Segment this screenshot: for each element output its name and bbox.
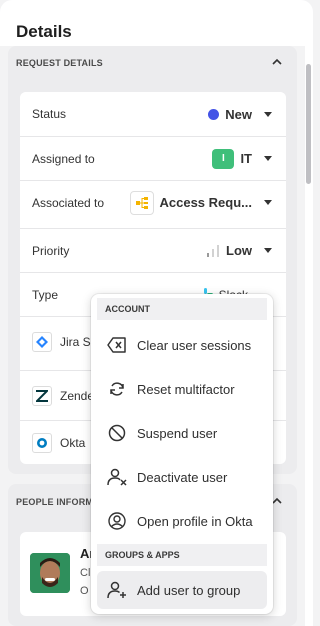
menu-item-add-user-to-group[interactable]: Add user to group [97,571,267,609]
menu-item-open-profile-in-okta[interactable]: Open profile in Okta [97,502,267,540]
status-dot-icon [208,108,220,120]
menu-item-suspend-user[interactable]: Suspend user [97,414,267,452]
field-label: Assigned to [32,151,95,166]
priority-dropdown[interactable]: Low [206,243,272,258]
integration-label: Okta [60,435,86,450]
deactivate-user-icon [107,467,127,487]
menu-heading-groups-apps: GROUPS & APPS [97,544,267,566]
field-row-assigned-to: Assigned to I IT [20,136,286,180]
person-detail: O [80,585,89,597]
field-row-priority: Priority Low [20,228,286,272]
integration-label: Zende [60,388,95,403]
clear-sessions-icon [107,335,127,355]
menu-item-reset-multifactor[interactable]: Reset multifactor [97,370,267,408]
menu-item-label: Suspend user [137,425,218,441]
details-panel: Details REQUEST DETAILS Status New Assig… [0,0,313,626]
caret-down-icon [264,248,272,253]
priority-value: Low [226,243,252,258]
caret-down-icon [264,111,272,117]
assignee-value: IT [240,151,252,166]
people-information-header: PEOPLE INFORM [16,497,94,507]
person-detail: Cl [80,567,91,579]
menu-item-label: Add user to group [137,582,241,598]
zendesk-icon [32,385,52,406]
workflow-icon [129,190,154,215]
panel-title: Details [16,22,72,41]
menu-item-label: Clear user sessions [137,337,252,353]
field-row-associated-to: Associated to Access Requ... [20,180,286,224]
menu-item-label: Deactivate user [137,469,228,485]
jira-icon [32,331,52,352]
signal-bars-icon [207,244,219,257]
field-label: Status [32,107,67,121]
scrollbar-thumb[interactable] [306,64,311,184]
add-user-icon [107,580,127,600]
user-actions-menu: ACCOUNT Clear user sessions Reset multif… [91,294,273,614]
assignee-dropdown[interactable]: I IT [212,148,272,169]
field-label: Associated to [32,195,105,210]
association-dropdown[interactable]: Access Requ... [129,190,272,215]
caret-down-icon [264,200,272,205]
menu-heading-account: ACCOUNT [97,298,267,320]
reset-icon [107,379,127,399]
menu-item-deactivate-user[interactable]: Deactivate user [97,458,267,496]
avatar [30,553,70,593]
menu-item-label: Reset multifactor [137,381,235,397]
association-value: Access Requ... [159,195,253,210]
suspend-icon [107,423,127,443]
field-row-status: Status New [20,92,286,136]
request-details-header: REQUEST DETAILS [16,58,103,68]
chevron-up-icon[interactable] [270,55,284,69]
status-dropdown[interactable]: New [208,107,272,122]
status-value: New [225,106,252,122]
okta-icon [32,432,52,453]
menu-item-label: Open profile in Okta [137,513,253,529]
team-avatar: I [212,148,235,169]
caret-down-icon [264,156,272,161]
profile-icon [107,511,127,531]
field-label: Priority [32,243,70,258]
field-label: Type [32,287,59,302]
menu-item-clear-user-sessions[interactable]: Clear user sessions [97,326,267,364]
